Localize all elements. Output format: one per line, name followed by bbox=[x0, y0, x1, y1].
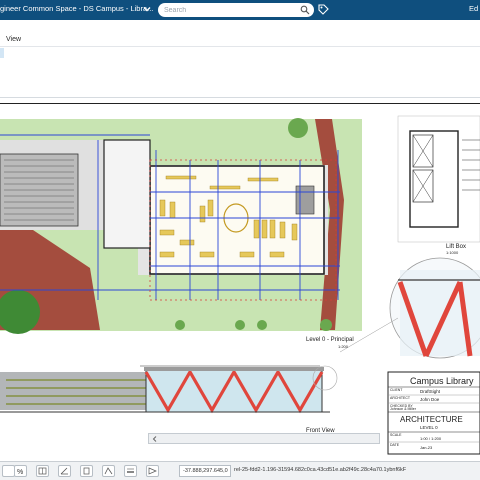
detail-scale-label: 1:1000 bbox=[446, 250, 459, 255]
user-name[interactable]: Ed bbox=[469, 4, 478, 13]
ribbon-divider bbox=[0, 46, 480, 47]
lift-box-detail bbox=[397, 115, 480, 243]
document-reference: rel-25-fdd2-1.196-31594.682c0ca.43cd51e.… bbox=[234, 467, 407, 473]
title-block-scale-label: SCALE bbox=[390, 433, 402, 437]
title-block-checked: Johnson & Miller bbox=[390, 407, 416, 411]
track-icon bbox=[104, 467, 113, 475]
polar-button[interactable] bbox=[58, 465, 71, 477]
title-block-project: Campus Library bbox=[410, 376, 474, 386]
horizontal-scrollbar[interactable] bbox=[148, 433, 380, 444]
ribbon bbox=[0, 20, 480, 98]
tag-icon[interactable] bbox=[318, 4, 329, 15]
search-icon[interactable] bbox=[300, 5, 310, 15]
scroll-left-icon[interactable] bbox=[151, 435, 159, 443]
title-block-architect-label: ARCHITECT bbox=[390, 396, 411, 400]
app-header: gineer Common Space - DS Campus - Libra.… bbox=[0, 0, 480, 20]
title-block-discipline: ARCHITECTURE bbox=[400, 415, 463, 424]
grid-icon bbox=[38, 467, 47, 475]
entity-track-button[interactable] bbox=[102, 465, 115, 477]
dynamic-icon bbox=[148, 467, 157, 475]
coordinates-readout: -37.888,297.645,0 bbox=[179, 465, 231, 477]
title-block-date: Jan-23 bbox=[420, 445, 433, 450]
plan-scale-label: 1:200 bbox=[338, 344, 349, 349]
search-input[interactable] bbox=[164, 5, 296, 15]
angle-icon bbox=[60, 467, 68, 475]
plan-label: Level 0 - Principal bbox=[306, 337, 354, 343]
document-title[interactable]: gineer Common Space - DS Campus - Libra.… bbox=[0, 4, 153, 13]
title-block-date-label: DATE bbox=[390, 443, 400, 447]
title-block-architect: John Doe bbox=[420, 397, 440, 402]
tab-view[interactable]: View bbox=[6, 36, 21, 43]
search-box[interactable] bbox=[158, 3, 314, 17]
ribbon-collapsed-panel[interactable] bbox=[0, 48, 4, 58]
lineweight-button[interactable] bbox=[124, 465, 137, 477]
title-block-client: DraftSight bbox=[420, 389, 441, 394]
dynamic-input-button[interactable] bbox=[146, 465, 159, 477]
title-block-client-label: CLIENT bbox=[390, 388, 403, 392]
svg-text:%: % bbox=[17, 469, 23, 476]
chevron-down-icon[interactable] bbox=[142, 4, 152, 14]
title-block-scale: 1:00 / 1:200 bbox=[420, 436, 442, 441]
title-block-level: LEVEL 0 bbox=[420, 425, 438, 430]
percent-icon: % bbox=[17, 469, 23, 476]
entity-snap-button[interactable] bbox=[80, 465, 93, 477]
grid-button[interactable] bbox=[36, 465, 49, 477]
front-elevation bbox=[0, 365, 338, 414]
snap-icon bbox=[83, 467, 90, 475]
ortho-button[interactable]: % bbox=[14, 465, 27, 477]
lineweight-icon bbox=[127, 468, 134, 473]
status-bar: % -37.888,297.645,0 rel-25-fdd2-1.196-31… bbox=[0, 461, 480, 480]
